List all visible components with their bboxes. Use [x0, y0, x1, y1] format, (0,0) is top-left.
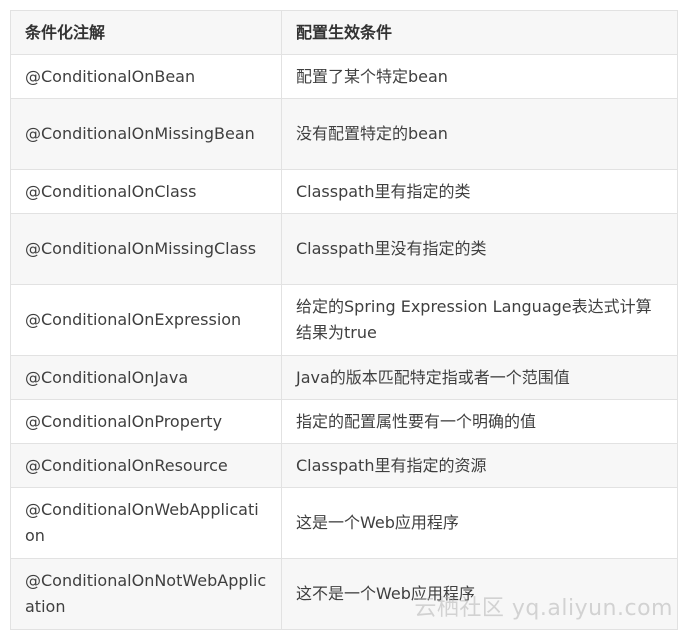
annotation-cell: @ConditionalOnProperty	[10, 399, 282, 444]
condition-cell: Classpath里没有指定的类	[281, 213, 678, 285]
condition-cell: 这是一个Web应用程序	[281, 487, 678, 559]
conditional-annotations-table-wrapper: 条件化注解 配置生效条件 @ConditionalOnBean 配置了某个特定b…	[10, 10, 678, 630]
annotation-cell: @ConditionalOnBean	[10, 54, 282, 99]
header-condition: 配置生效条件	[281, 10, 678, 55]
condition-cell: Classpath里有指定的类	[281, 169, 678, 214]
condition-cell: 给定的Spring Expression Language表达式计算结果为tru…	[281, 284, 678, 356]
condition-cell: Java的版本匹配特定指或者一个范围值	[281, 355, 678, 400]
annotation-cell: @ConditionalOnExpression	[10, 284, 282, 356]
table-row: @ConditionalOnJava Java的版本匹配特定指或者一个范围值	[10, 355, 678, 400]
annotation-cell: @ConditionalOnWebApplication	[10, 487, 282, 559]
table-row: @ConditionalOnBean 配置了某个特定bean	[10, 54, 678, 99]
annotation-cell: @ConditionalOnResource	[10, 443, 282, 488]
table-row: @ConditionalOnMissingClass Classpath里没有指…	[10, 213, 678, 285]
annotation-cell: @ConditionalOnJava	[10, 355, 282, 400]
table-row: @ConditionalOnClass Classpath里有指定的类	[10, 169, 678, 214]
annotation-cell: @ConditionalOnMissingBean	[10, 98, 282, 170]
annotation-cell: @ConditionalOnClass	[10, 169, 282, 214]
condition-cell: 配置了某个特定bean	[281, 54, 678, 99]
condition-cell: 指定的配置属性要有一个明确的值	[281, 399, 678, 444]
table-row: @ConditionalOnProperty 指定的配置属性要有一个明确的值	[10, 399, 678, 444]
header-annotation: 条件化注解	[10, 10, 282, 55]
table-header-row: 条件化注解 配置生效条件	[10, 10, 678, 55]
annotation-cell: @ConditionalOnNotWebApplication	[10, 558, 282, 630]
watermark: 云栖社区 yq.aliyun.com	[414, 596, 673, 621]
condition-cell: Classpath里有指定的资源	[281, 443, 678, 488]
annotation-cell: @ConditionalOnMissingClass	[10, 213, 282, 285]
condition-cell: 没有配置特定的bean	[281, 98, 678, 170]
table-row: @ConditionalOnMissingBean 没有配置特定的bean	[10, 98, 678, 170]
table-row: @ConditionalOnResource Classpath里有指定的资源	[10, 443, 678, 488]
conditional-annotations-table: 条件化注解 配置生效条件 @ConditionalOnBean 配置了某个特定b…	[10, 10, 678, 630]
table-row: @ConditionalOnExpression 给定的Spring Expre…	[10, 284, 678, 356]
table-row: @ConditionalOnWebApplication 这是一个Web应用程序	[10, 487, 678, 559]
